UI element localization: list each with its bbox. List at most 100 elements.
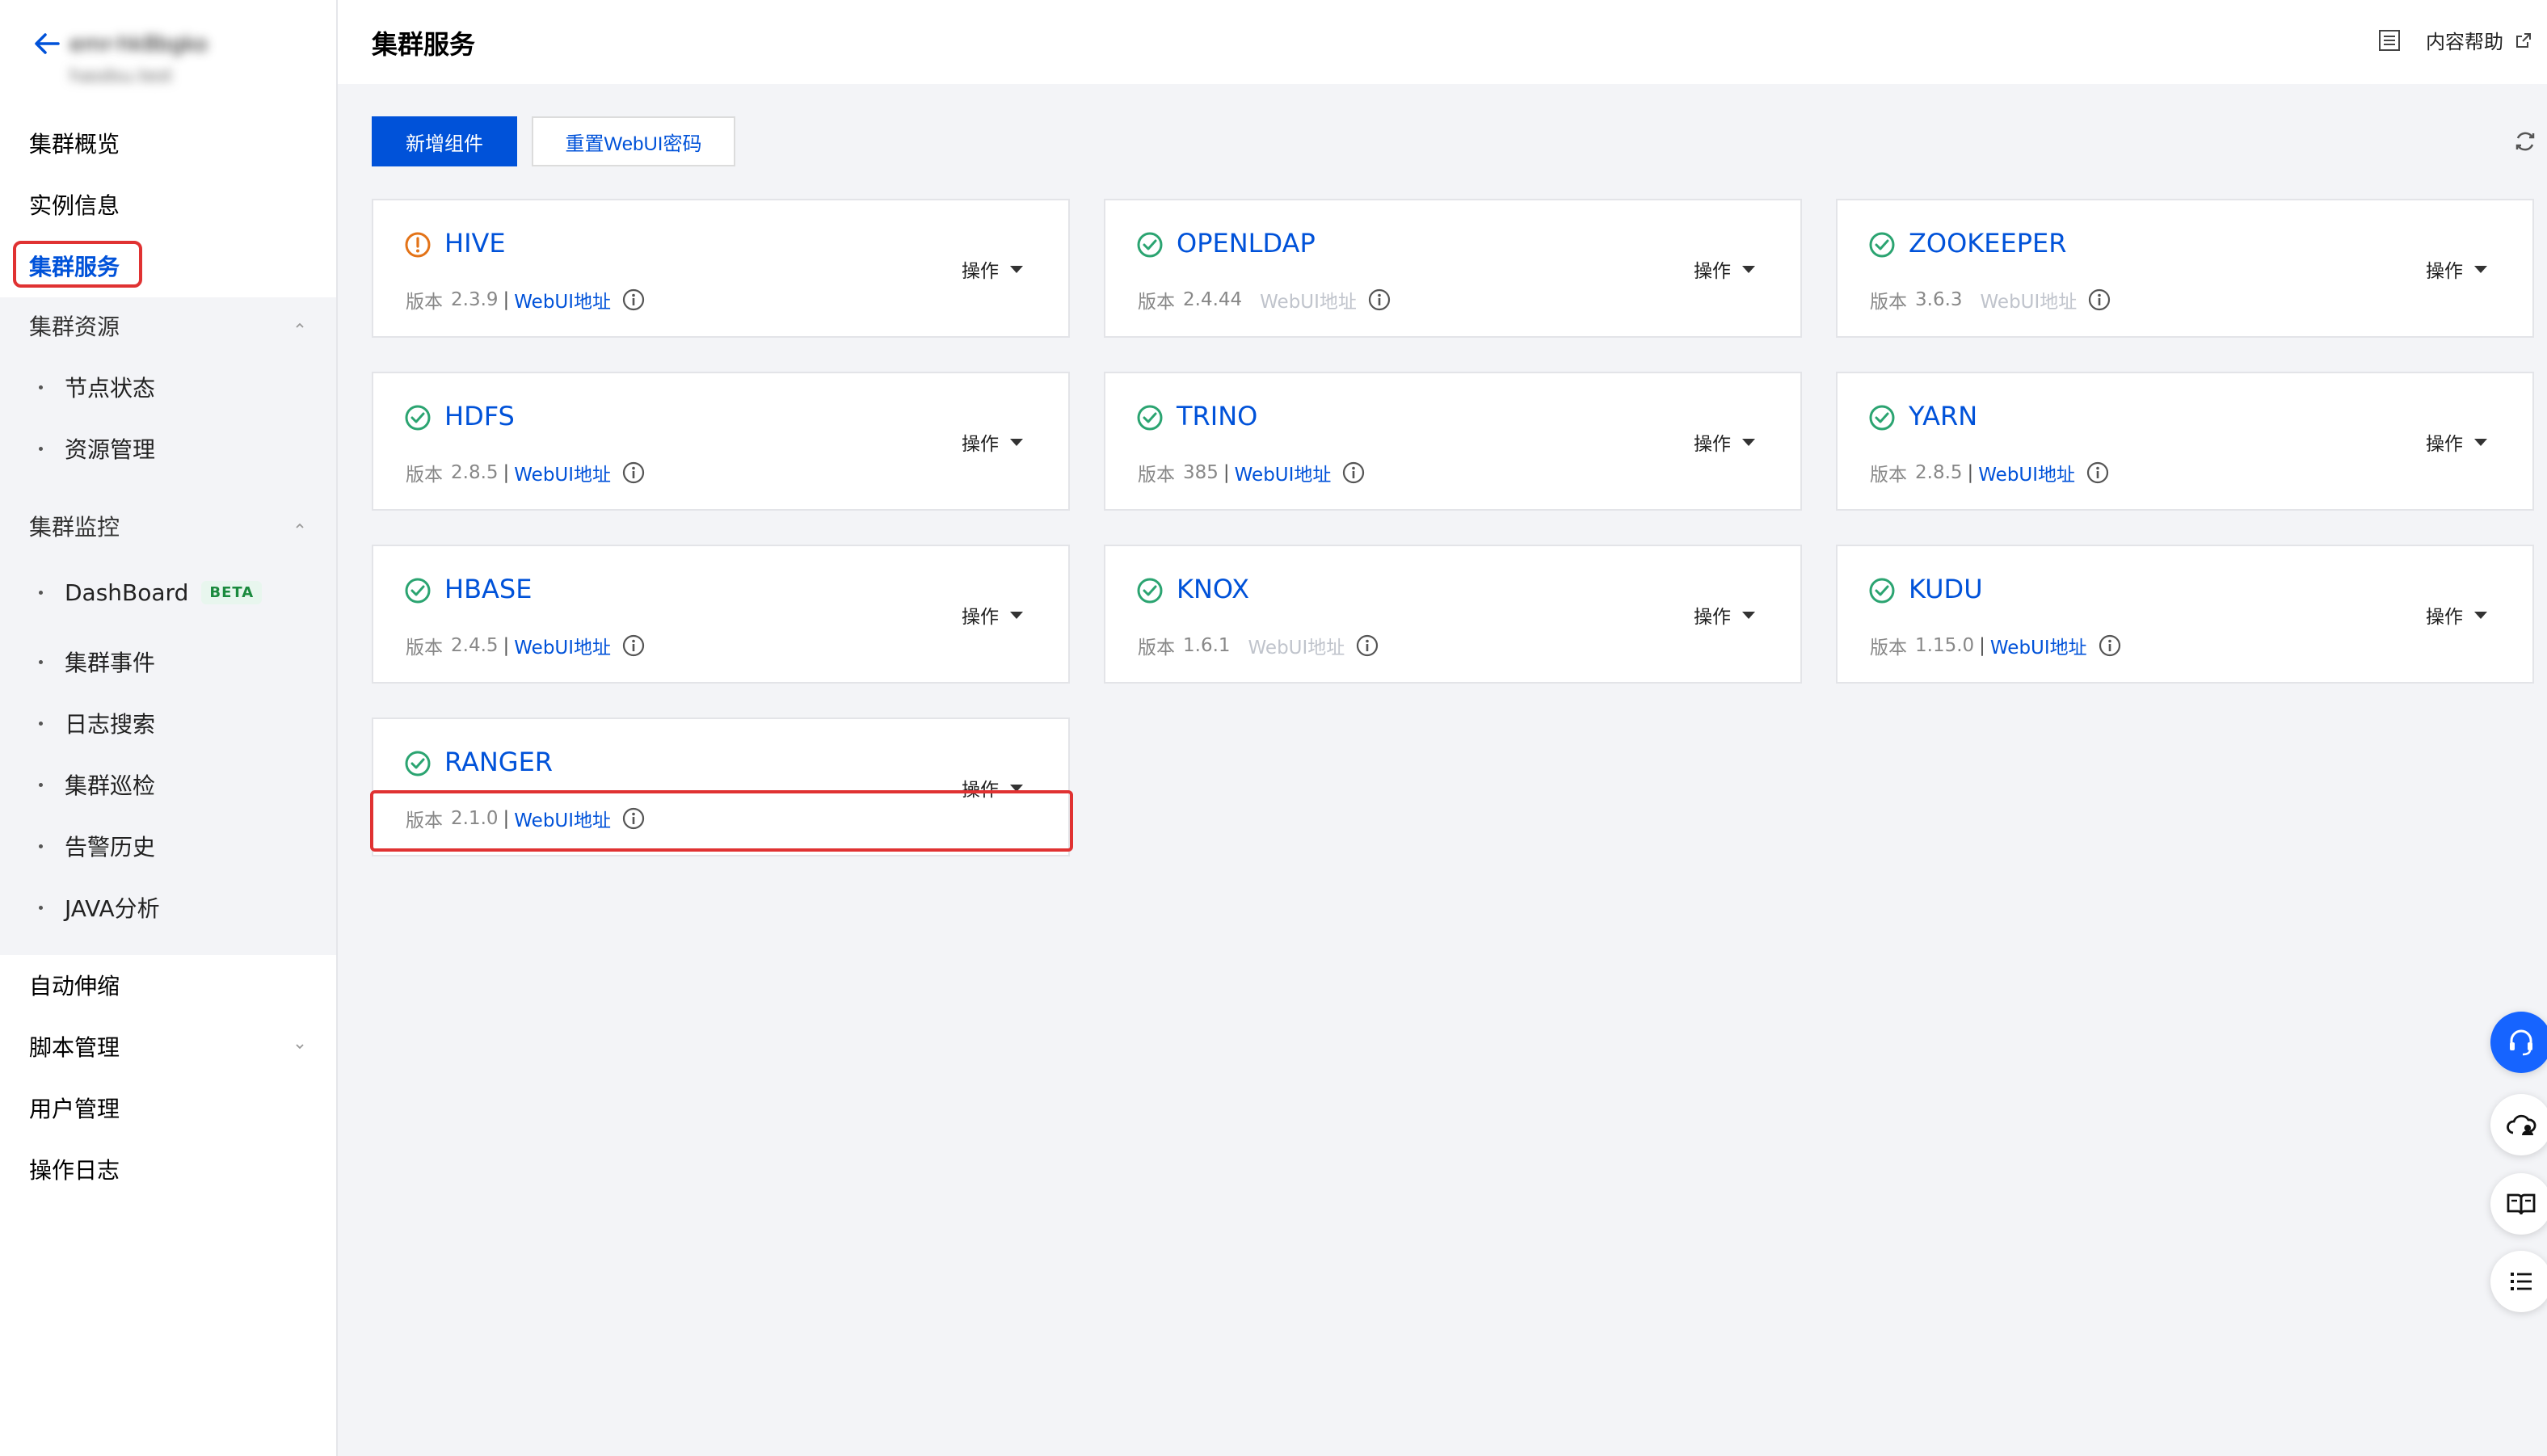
content-help-link[interactable]: 内容帮助 xyxy=(2377,26,2532,54)
service-card-hive: HIVE 操作 版本 2.3.9 | WebUI地址 xyxy=(372,199,1070,338)
info-icon[interactable] xyxy=(2099,634,2121,657)
nav-label: 脚本管理 xyxy=(29,1034,120,1061)
service-card-zookeeper: ZOOKEEPER 操作版本 3.6.3 WebUI地址 xyxy=(1836,199,2534,338)
service-meta: 版本 2.1.0 | WebUI地址 xyxy=(406,805,645,832)
nav-services[interactable]: 集群服务 xyxy=(0,238,336,294)
nav-events[interactable]: 集群事件 xyxy=(0,633,336,690)
nav-group-resources[interactable]: 集群资源 xyxy=(0,297,336,354)
reset-webui-password-button[interactable]: 重置WebUI密码 xyxy=(532,116,735,166)
book-icon[interactable] xyxy=(2490,1173,2547,1235)
info-icon[interactable] xyxy=(622,288,645,311)
info-icon[interactable] xyxy=(622,461,645,484)
service-name-link[interactable]: YARN xyxy=(1909,401,1977,431)
action-dropdown[interactable]: 操作 xyxy=(2426,601,2487,629)
info-icon[interactable] xyxy=(622,634,645,657)
service-meta: 版本 385 | WebUI地址 xyxy=(1138,459,1365,486)
version-value: 2.1.0 xyxy=(451,808,499,829)
service-name-link[interactable]: HBASE xyxy=(444,574,532,604)
action-dropdown[interactable]: 操作 xyxy=(1694,428,1755,456)
webui-link[interactable]: WebUI地址 xyxy=(514,632,611,659)
warning-circle-icon xyxy=(404,231,432,259)
action-label: 操作 xyxy=(962,780,999,801)
check-circle-icon xyxy=(404,750,432,777)
nav-resource-mgmt[interactable]: 资源管理 xyxy=(0,420,336,477)
info-icon[interactable] xyxy=(622,807,645,830)
webui-link-disabled: WebUI地址 xyxy=(1260,292,1357,313)
info-icon[interactable] xyxy=(2088,288,2111,311)
nav-label: 操作日志 xyxy=(29,1157,120,1184)
nav-instance[interactable]: 实例信息 xyxy=(0,176,336,233)
info-icon[interactable] xyxy=(1368,288,1391,311)
action-dropdown[interactable]: 操作 xyxy=(962,255,1023,283)
sidebar: emr-hk8bgko hasdsu.test 集群概览 实例信息 集群服务 集… xyxy=(0,0,338,1456)
service-name-link[interactable]: KNOX xyxy=(1177,574,1249,604)
service-name-link[interactable]: TRINO xyxy=(1177,401,1257,431)
list-icon[interactable] xyxy=(2490,1251,2547,1312)
nav-inspection[interactable]: 集群巡检 xyxy=(0,756,336,813)
nav-overview[interactable]: 集群概览 xyxy=(0,115,336,171)
action-dropdown[interactable]: 操作 xyxy=(1694,601,1755,629)
action-label: 操作 xyxy=(1694,607,1731,628)
action-dropdown[interactable]: 操作 xyxy=(1694,255,1755,283)
caret-down-icon xyxy=(1010,265,1023,273)
info-icon[interactable] xyxy=(1356,634,1379,657)
webui-link[interactable]: WebUI地址 xyxy=(1235,459,1332,486)
action-dropdown[interactable]: 操作 xyxy=(962,428,1023,456)
nav-op-log[interactable]: 操作日志 xyxy=(0,1141,336,1197)
webui-link[interactable]: WebUI地址 xyxy=(1978,459,2075,486)
nav-alert-history[interactable]: 告警历史 xyxy=(0,818,336,874)
webui-link[interactable]: WebUI地址 xyxy=(514,286,611,314)
nav-node-status[interactable]: 节点状态 xyxy=(0,359,336,415)
nav-users[interactable]: 用户管理 xyxy=(0,1079,336,1136)
version-value: 3.6.3 xyxy=(1915,289,1963,310)
action-dropdown[interactable]: 操作 xyxy=(2426,255,2487,283)
nav-dashboard[interactable]: DashBoard BETA xyxy=(0,564,336,621)
add-component-button[interactable]: 新增组件 xyxy=(372,116,517,166)
webui-link[interactable]: WebUI地址 xyxy=(1990,632,2087,659)
nav-log-search[interactable]: 日志搜索 xyxy=(0,695,336,751)
info-icon[interactable] xyxy=(1342,461,1365,484)
caret-down-icon xyxy=(2474,438,2487,446)
cluster-id: hasdsu.test xyxy=(69,66,173,86)
action-label: 操作 xyxy=(2426,261,2463,282)
cloud-user-icon[interactable] xyxy=(2490,1094,2547,1155)
caret-down-icon xyxy=(1010,611,1023,619)
nav-autoscale[interactable]: 自动伸缩 xyxy=(0,957,336,1013)
action-label: 操作 xyxy=(962,261,999,282)
action-dropdown[interactable]: 操作 xyxy=(2426,428,2487,456)
nav-group-monitor[interactable]: 集群监控 xyxy=(0,498,336,554)
webui-link[interactable]: WebUI地址 xyxy=(514,459,611,486)
service-name-link[interactable]: OPENLDAP xyxy=(1177,228,1316,259)
version-value: 385 xyxy=(1183,462,1219,483)
nav-scripts[interactable]: 脚本管理 xyxy=(0,1018,336,1075)
check-circle-icon xyxy=(1868,231,1896,259)
cluster-name: emr-hk8bgko xyxy=(69,32,208,57)
service-name-link[interactable]: HIVE xyxy=(444,228,506,259)
action-label: 操作 xyxy=(1694,261,1731,282)
action-dropdown[interactable]: 操作 xyxy=(962,601,1023,629)
action-label: 操作 xyxy=(2426,607,2463,628)
service-card-knox: KNOX 操作 版本 1.6.1 WebUI地址 xyxy=(1104,545,1802,684)
refresh-icon[interactable] xyxy=(2511,128,2539,155)
action-dropdown[interactable]: 操作 xyxy=(962,774,1023,802)
service-card-kudu: KUDU 操作 版本 1.15.0 | WebUI地址 xyxy=(1836,545,2534,684)
info-icon[interactable] xyxy=(2086,461,2109,484)
version-label: 版本 xyxy=(1870,638,1907,659)
version-label: 版本 xyxy=(406,638,443,659)
separator: | xyxy=(1967,462,1974,483)
check-circle-icon xyxy=(1868,404,1896,431)
nav-java-analysis[interactable]: JAVA分析 xyxy=(0,879,336,936)
nav-label: 告警历史 xyxy=(65,834,156,861)
service-name-link[interactable]: KUDU xyxy=(1909,574,1983,604)
back-arrow-icon[interactable] xyxy=(31,27,63,60)
action-label: 操作 xyxy=(962,434,999,455)
service-name-link[interactable]: RANGER xyxy=(444,747,553,777)
headset-icon[interactable] xyxy=(2490,1012,2547,1073)
check-circle-icon xyxy=(404,577,432,604)
webui-link[interactable]: WebUI地址 xyxy=(514,805,611,832)
service-meta: 版本 3.6.3 WebUI地址 xyxy=(1870,286,2111,314)
service-name-link[interactable]: HDFS xyxy=(444,401,515,431)
service-name-link[interactable]: ZOOKEEPER xyxy=(1909,228,2066,259)
external-link-icon xyxy=(2516,32,2531,48)
service-card-ranger: RANGER 操作版本 2.1.0 | WebUI地址 xyxy=(372,717,1070,856)
